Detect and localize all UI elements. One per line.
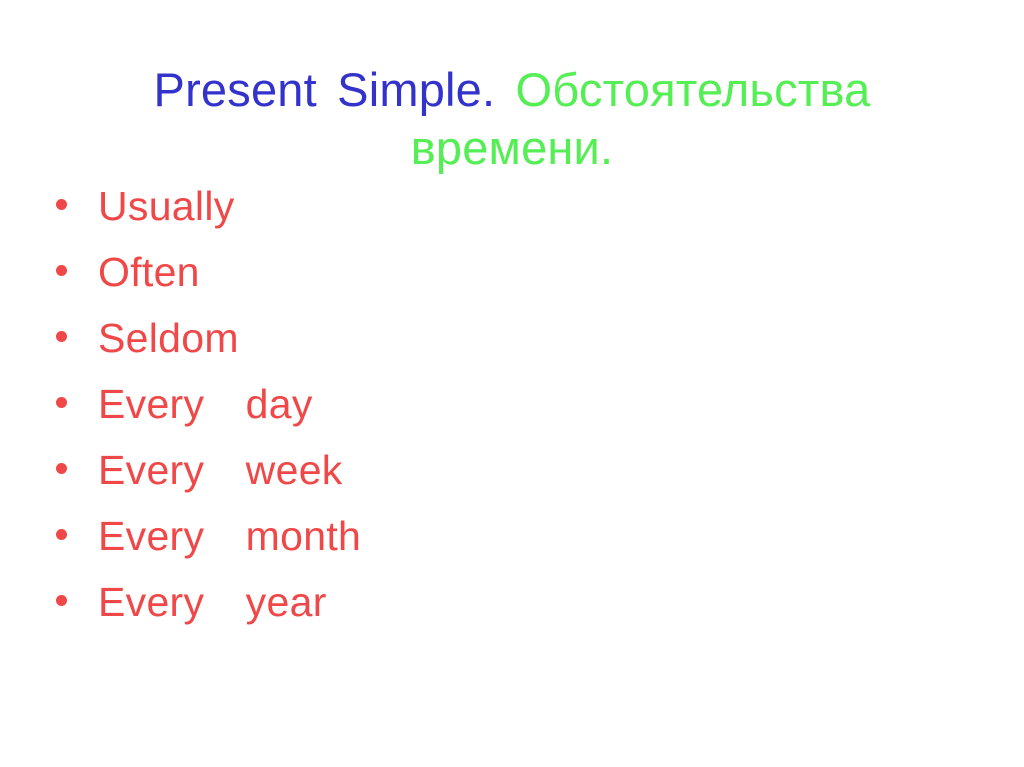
list-item-label: Every day [98,381,313,427]
bullet-dot-icon [56,463,67,474]
list-item: Every week [0,450,1024,516]
list-item-label: Often [98,249,200,295]
page-title: Present Simple. Обстоятельства времени. [56,61,968,177]
bullet-dot-icon [56,595,67,606]
list-item-label: Every month [98,513,362,559]
bullet-dot-icon [56,397,67,408]
list-item: Every day [0,384,1024,450]
list-item-label: Usually [98,183,235,229]
list-item: Every year [0,582,1024,648]
time-adverbials-list: Usually Often Seldom Every day Every wee… [0,186,1024,648]
list-item: Seldom [0,318,1024,384]
bullet-dot-icon [56,199,67,210]
title-part-english: Present Simple. [153,63,496,117]
bullet-dot-icon [56,331,67,342]
presentation-slide: Present Simple. Обстоятельства времени. … [0,0,1024,767]
bullet-dot-icon [56,529,67,540]
bullet-dot-icon [56,265,67,276]
list-item: Often [0,252,1024,318]
list-item-label: Seldom [98,315,239,361]
list-item-label: Every year [98,579,327,625]
list-item: Usually [0,186,1024,252]
list-item-label: Every week [98,447,343,493]
list-item: Every month [0,516,1024,582]
